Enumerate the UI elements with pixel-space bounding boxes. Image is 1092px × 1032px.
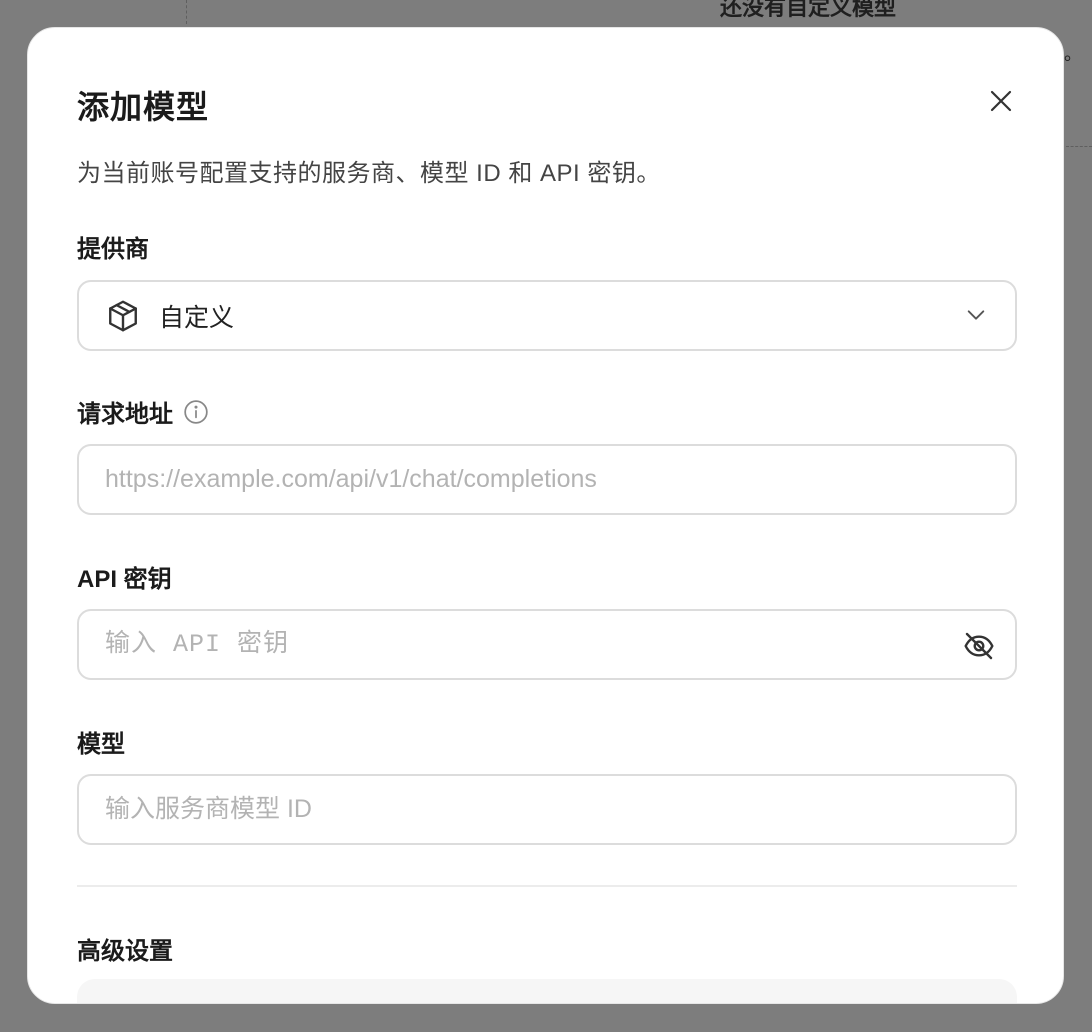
api-key-input[interactable] <box>103 629 927 660</box>
provider-label: 提供商 <box>77 229 149 264</box>
eye-off-icon <box>964 632 994 660</box>
model-label: 模型 <box>77 724 125 759</box>
advanced-settings-panel <box>77 979 1017 1003</box>
add-model-dialog: 添加模型 为当前账号配置支持的服务商、模型 ID 和 API 密钥。 提供商 自… <box>27 27 1064 1004</box>
model-id-input[interactable] <box>103 794 927 825</box>
endpoint-field[interactable] <box>77 444 1017 515</box>
api-key-label: API 密钥 <box>77 559 172 594</box>
endpoint-label-text: 请求地址 <box>77 401 173 428</box>
api-key-label-text: API 密钥 <box>77 566 172 593</box>
section-divider <box>77 885 1017 887</box>
background-text-fragment: 。 <box>1064 44 1082 64</box>
provider-label-text: 提供商 <box>77 236 149 263</box>
model-label-text: 模型 <box>77 731 125 758</box>
dialog-title: 添加模型 <box>77 89 210 125</box>
provider-select[interactable]: 自定义 <box>77 280 1017 351</box>
background-separator <box>1066 146 1092 147</box>
api-key-field[interactable] <box>77 609 1017 680</box>
info-icon[interactable] <box>183 399 209 425</box>
dialog-description: 为当前账号配置支持的服务商、模型 ID 和 API 密钥。 <box>77 160 661 187</box>
cube-icon <box>105 298 141 334</box>
model-field[interactable] <box>77 774 1017 845</box>
advanced-settings-title[interactable]: 高级设置 <box>77 931 173 966</box>
background-divider <box>186 0 187 24</box>
toggle-visibility-button[interactable] <box>961 629 997 663</box>
background-empty-title: 还没有自定义模型 <box>720 0 897 20</box>
close-icon <box>990 90 1012 112</box>
provider-selected-value: 自定义 <box>159 303 235 332</box>
endpoint-label: 请求地址 <box>77 394 209 429</box>
chevron-down-icon <box>965 304 987 326</box>
endpoint-input[interactable] <box>103 464 927 495</box>
close-button[interactable] <box>985 85 1017 117</box>
